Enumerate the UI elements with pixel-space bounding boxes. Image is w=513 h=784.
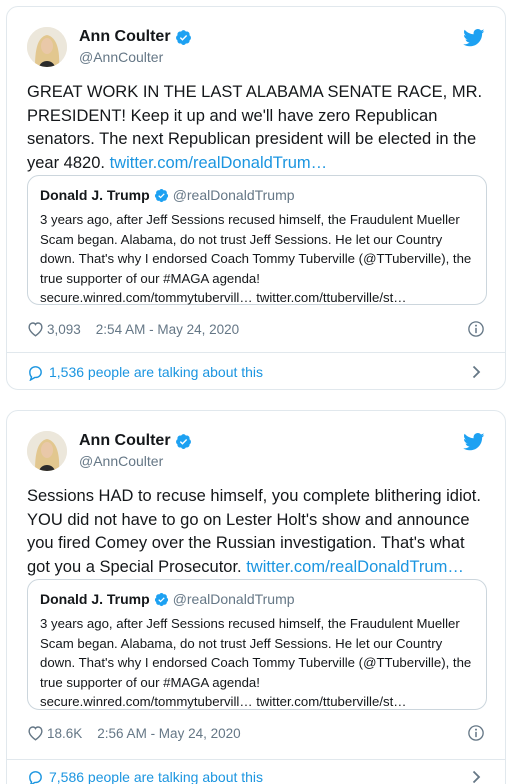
tweet-meta: 18.6K 2:56 AM - May 24, 2020 — [27, 725, 485, 741]
chevron-right-icon[interactable] — [472, 770, 481, 784]
verified-icon — [154, 592, 168, 606]
speech-bubble-icon — [29, 770, 42, 784]
avatar[interactable] — [27, 27, 67, 67]
tweet-card[interactable]: Ann Coulter @AnnCoulter GREAT WORK IN TH… — [6, 6, 506, 390]
verified-icon — [175, 29, 191, 45]
quote-author-name: Donald J. Trump — [40, 591, 150, 607]
timestamp[interactable]: 2:56 AM - May 24, 2020 — [97, 726, 240, 741]
verified-icon — [175, 433, 191, 449]
quoted-tweet[interactable]: Donald J. Trump @realDonaldTrump 3 years… — [27, 175, 487, 305]
tweet-text: GREAT WORK IN THE LAST ALABAMA SENATE RA… — [27, 81, 485, 175]
verified-icon — [154, 188, 168, 202]
info-icon[interactable] — [467, 724, 485, 742]
talking-count[interactable]: 7,586 people are talking about this — [49, 769, 263, 784]
quote-header: Donald J. Trump @realDonaldTrump — [40, 591, 295, 607]
info-icon[interactable] — [467, 320, 485, 338]
divider — [7, 352, 505, 353]
author-name[interactable]: Ann Coulter — [79, 432, 171, 450]
heart-icon[interactable] — [27, 725, 44, 741]
tweet-link[interactable]: twitter.com/realDonaldTrum… — [246, 558, 464, 576]
author-handle[interactable]: @AnnCoulter — [79, 49, 163, 65]
quote-author-name: Donald J. Trump — [40, 187, 150, 203]
quote-author-handle: @realDonaldTrump — [172, 187, 295, 203]
quote-header: Donald J. Trump @realDonaldTrump — [40, 187, 295, 203]
quoted-tweet[interactable]: Donald J. Trump @realDonaldTrump 3 years… — [27, 579, 487, 710]
author-handle[interactable]: @AnnCoulter — [79, 453, 163, 469]
twitter-bird-icon[interactable] — [463, 433, 485, 451]
tweet-card[interactable]: Ann Coulter @AnnCoulter Sessions HAD to … — [6, 410, 506, 784]
conversation-link[interactable]: 1,536 people are talking about this — [27, 362, 485, 382]
tweet-link[interactable]: twitter.com/realDonaldTrum… — [110, 154, 328, 172]
quote-author-handle: @realDonaldTrump — [172, 591, 295, 607]
heart-icon[interactable] — [27, 321, 44, 337]
author-name-row[interactable]: Ann Coulter — [79, 28, 192, 46]
quote-text: 3 years ago, after Jeff Sessions recused… — [40, 212, 472, 305]
like-count[interactable]: 18.6K — [47, 726, 82, 741]
timestamp[interactable]: 2:54 AM - May 24, 2020 — [96, 322, 239, 337]
tweet-text: Sessions HAD to recuse himself, you comp… — [27, 485, 485, 579]
conversation-link[interactable]: 7,586 people are talking about this — [27, 767, 485, 784]
avatar[interactable] — [27, 431, 67, 471]
divider — [7, 759, 505, 760]
tweet-meta: 3,093 2:54 AM - May 24, 2020 — [27, 321, 485, 337]
chevron-right-icon[interactable] — [472, 365, 481, 379]
quote-text: 3 years ago, after Jeff Sessions recused… — [40, 616, 472, 709]
like-count[interactable]: 3,093 — [47, 322, 81, 337]
talking-count[interactable]: 1,536 people are talking about this — [49, 364, 263, 380]
author-name[interactable]: Ann Coulter — [79, 28, 171, 46]
author-name-row[interactable]: Ann Coulter — [79, 432, 192, 450]
speech-bubble-icon — [29, 365, 42, 381]
twitter-bird-icon[interactable] — [463, 29, 485, 47]
